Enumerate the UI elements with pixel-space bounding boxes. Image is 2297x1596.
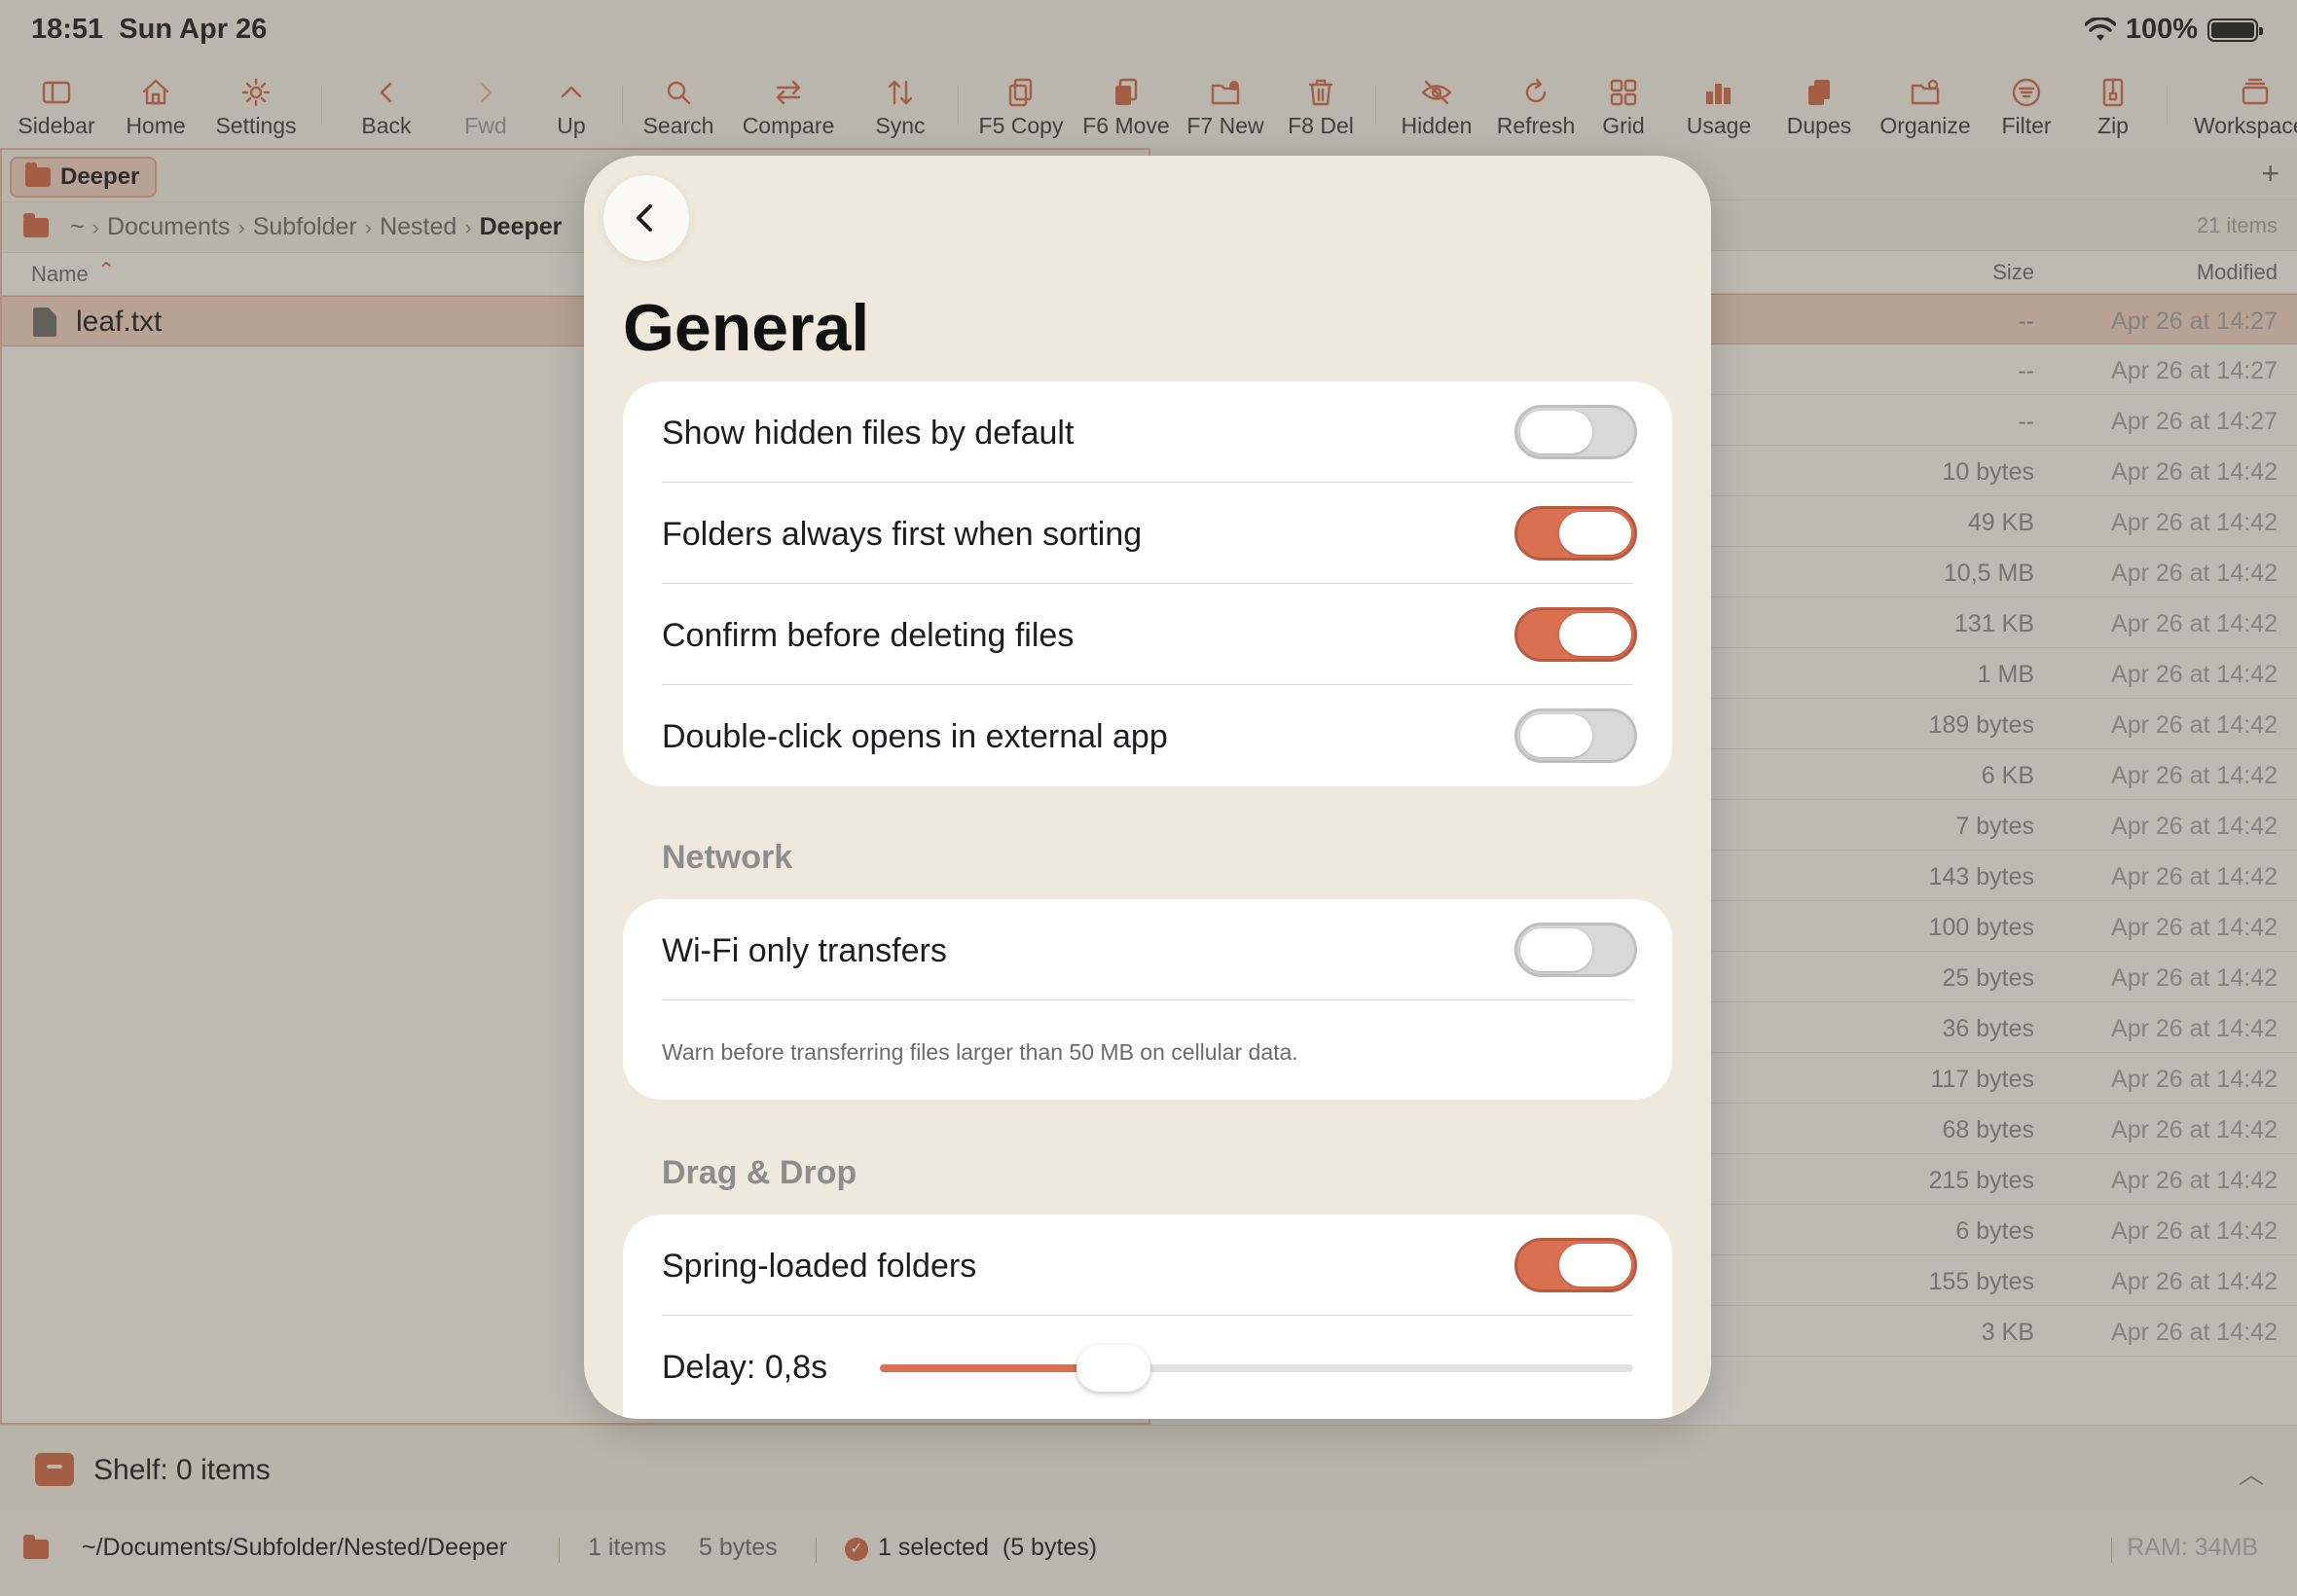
- setting-label: Confirm before deleting files: [662, 617, 1075, 654]
- setting-spring-loaded: Spring-loaded folders: [623, 1215, 1672, 1316]
- page-title: General: [623, 291, 870, 365]
- setting-label: Show hidden files by default: [662, 415, 1075, 452]
- settings-sheet: General Show hidden files by default Fol…: [584, 156, 1711, 1419]
- network-note: Warn before transferring files larger th…: [662, 1039, 1298, 1065]
- back-button[interactable]: [603, 175, 689, 261]
- setting-double-click: Double-click opens in external app: [623, 685, 1672, 786]
- setting-label: Folders always first when sorting: [662, 516, 1143, 553]
- delay-label: Delay: 0,8s: [662, 1349, 828, 1386]
- setting-label: Wi-Fi only transfers: [662, 932, 947, 969]
- section-network: Network: [662, 839, 793, 876]
- spring-loaded-toggle[interactable]: [1514, 1238, 1637, 1292]
- slider-thumb[interactable]: [1076, 1345, 1150, 1392]
- network-card: Wi-Fi only transfers Warn before transfe…: [623, 899, 1672, 1100]
- chevron-left-icon: [637, 204, 652, 232]
- drag-drop-card: Spring-loaded folders Delay: 0,8s: [623, 1215, 1672, 1419]
- setting-wifi-only: Wi-Fi only transfers: [623, 899, 1672, 1000]
- setting-show-hidden: Show hidden files by default: [623, 381, 1672, 483]
- setting-delay: Delay: 0,8s: [623, 1316, 1672, 1417]
- general-card: Show hidden files by default Folders alw…: [623, 381, 1672, 786]
- setting-folders-first: Folders always first when sorting: [623, 483, 1672, 584]
- wifi-only-toggle[interactable]: [1514, 923, 1637, 977]
- confirm-delete-toggle[interactable]: [1514, 607, 1637, 662]
- show-hidden-toggle[interactable]: [1514, 405, 1637, 459]
- setting-confirm-delete: Confirm before deleting files: [623, 584, 1672, 685]
- setting-label: Spring-loaded folders: [662, 1248, 977, 1285]
- setting-label: Double-click opens in external app: [662, 718, 1168, 755]
- section-drag-drop: Drag & Drop: [662, 1154, 857, 1191]
- double-click-toggle[interactable]: [1514, 708, 1637, 763]
- folders-first-toggle[interactable]: [1514, 506, 1637, 561]
- delay-slider[interactable]: [880, 1345, 1633, 1392]
